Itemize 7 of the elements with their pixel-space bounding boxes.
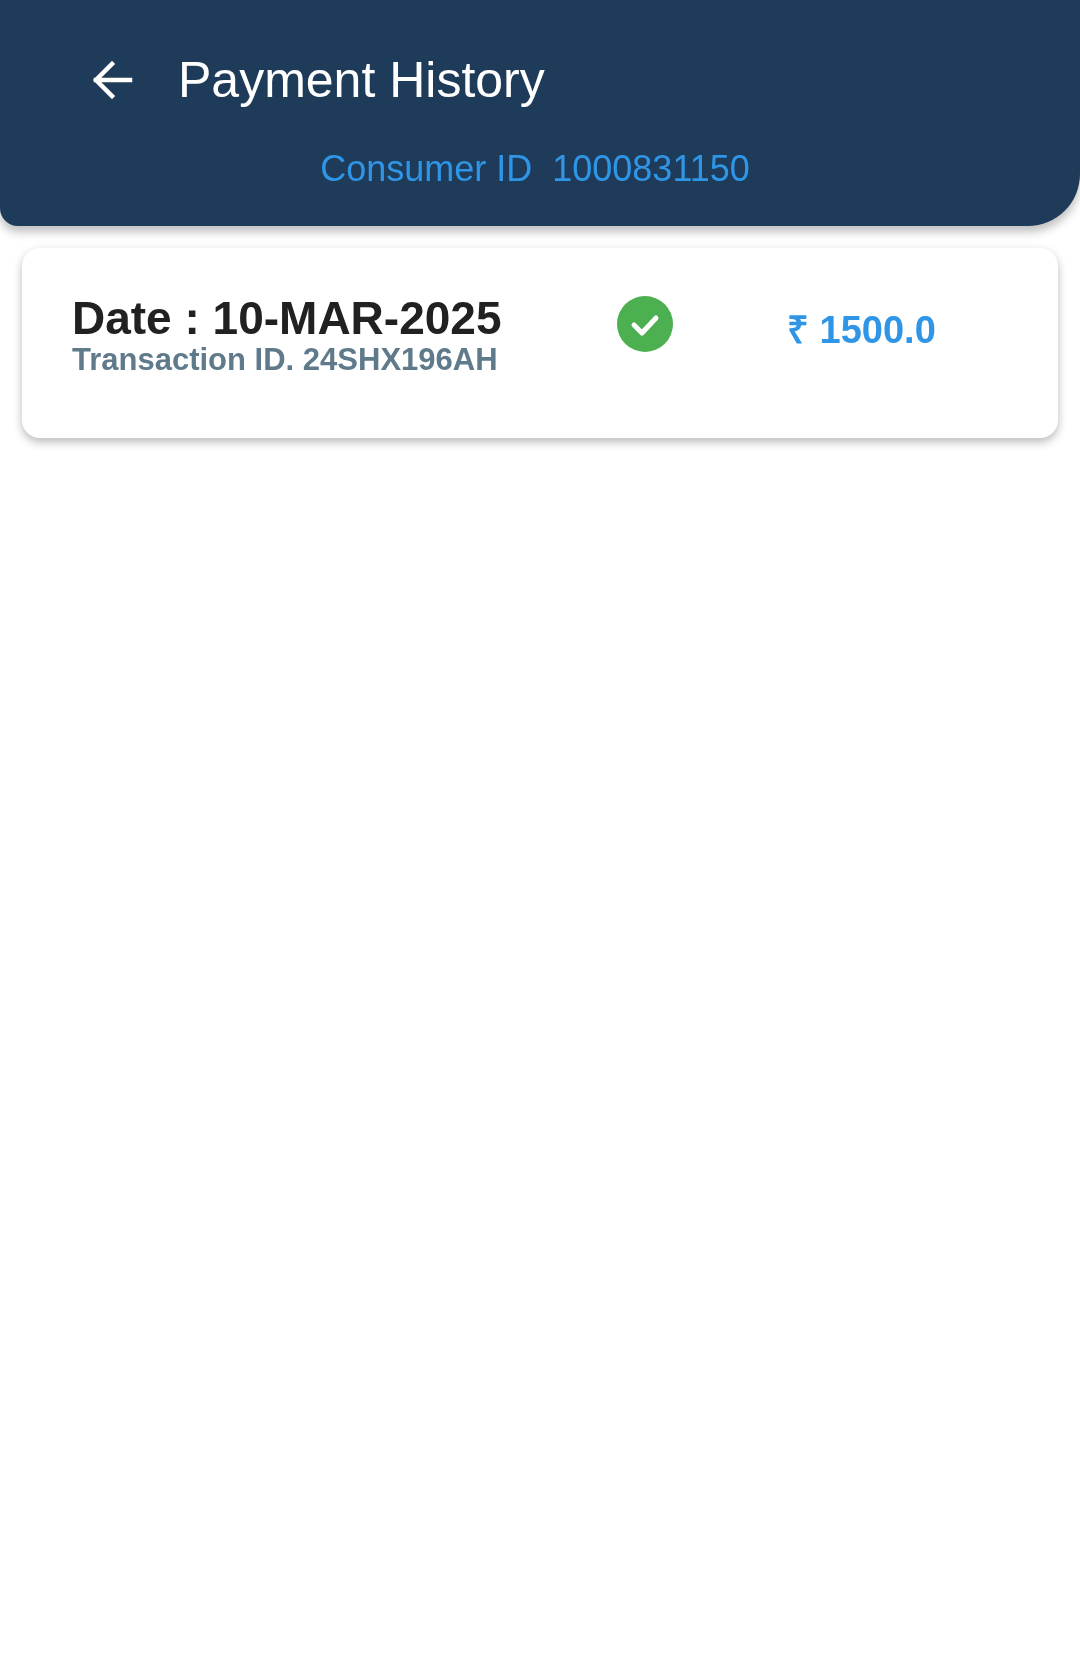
payment-card[interactable]: Date : 10-MAR-2025 Transaction ID. 24SHX196AH ₹ 1500.0 <box>22 248 1058 438</box>
consumer-id-label: Consumer ID <box>320 148 533 190</box>
payment-amount: ₹ 1500.0 <box>787 308 936 353</box>
transaction-id: Transaction ID. 24SHX196AH <box>72 342 499 378</box>
payment-date: Date : 10-MAR-2025 <box>72 294 503 342</box>
consumer-id-value: 1000831150 <box>552 148 750 190</box>
page-title: Payment History <box>178 51 545 110</box>
